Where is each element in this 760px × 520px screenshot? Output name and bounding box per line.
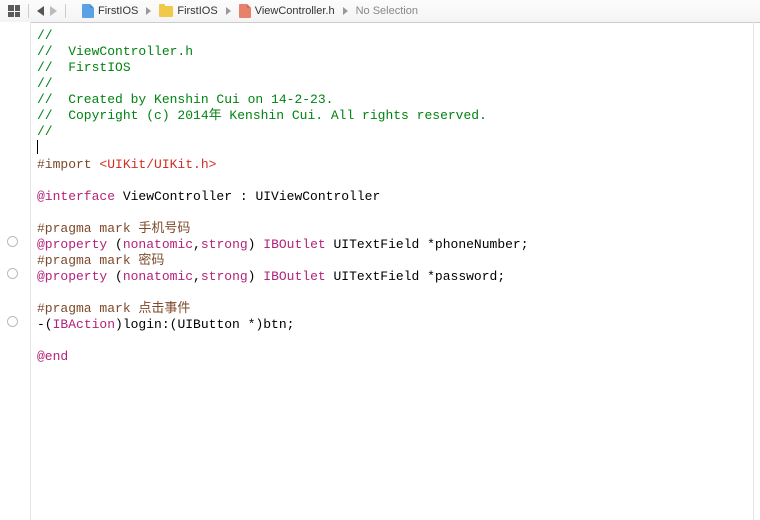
breadcrumb: FirstIOS FirstIOS ViewController.h No Se…	[76, 0, 424, 22]
code-text: (	[107, 237, 123, 252]
breadcrumb-folder[interactable]: FirstIOS	[153, 0, 223, 22]
chevron-right-icon	[343, 7, 348, 15]
breadcrumb-project[interactable]: FirstIOS	[76, 0, 144, 22]
code-keyword: @end	[37, 349, 68, 364]
code-text: )login:(UIButton *)btn;	[115, 317, 294, 332]
code-comment: //	[37, 76, 53, 91]
code-ibaction: IBAction	[53, 317, 115, 332]
code-keyword: @property	[37, 237, 107, 252]
code-pragma-text: 密码	[138, 253, 164, 268]
code-keyword: @interface	[37, 189, 115, 204]
breadcrumb-label: No Selection	[356, 5, 418, 17]
breadcrumb-symbol[interactable]: No Selection	[350, 0, 424, 22]
code-comment: // ViewController.h	[37, 44, 193, 59]
code-text: UITextField *password;	[326, 269, 505, 284]
code-keyword: strong	[201, 237, 248, 252]
code-comment: // Copyright (c) 2014年 Kenshin Cui. All …	[37, 108, 487, 123]
code-keyword: nonatomic	[123, 269, 193, 284]
code-pragma: #pragma mark	[37, 253, 138, 268]
project-icon	[82, 4, 94, 18]
code-comment: //	[37, 28, 53, 43]
outlet-connection-icon[interactable]	[7, 236, 18, 247]
divider	[28, 4, 29, 18]
code-text: UITextField *phoneNumber;	[326, 237, 529, 252]
folder-icon	[159, 6, 173, 17]
nav-group	[0, 4, 76, 18]
code-area[interactable]: // // ViewController.h // FirstIOS // //…	[31, 22, 535, 520]
code-text: ViewController : UIViewController	[115, 189, 380, 204]
code-text: )	[248, 269, 264, 284]
code-pragma-text: 手机号码	[138, 221, 190, 236]
breadcrumb-label: FirstIOS	[177, 5, 217, 17]
code-pragma: #pragma mark	[37, 221, 138, 236]
editor: // // ViewController.h // FirstIOS // //…	[0, 22, 760, 520]
code-text: -(	[37, 317, 53, 332]
breadcrumb-label: ViewController.h	[255, 5, 335, 17]
chevron-right-icon	[226, 7, 231, 15]
back-icon[interactable]	[37, 6, 44, 16]
text-cursor	[37, 140, 38, 154]
right-border	[753, 22, 754, 520]
code-iboutlet: IBOutlet	[263, 237, 325, 252]
code-text: (	[107, 269, 123, 284]
code-pragma-text: 点击事件	[138, 301, 190, 316]
breadcrumb-label: FirstIOS	[98, 5, 138, 17]
action-connection-icon[interactable]	[7, 316, 18, 327]
code-pragma: #pragma mark	[37, 301, 138, 316]
jump-bar: FirstIOS FirstIOS ViewController.h No Se…	[0, 0, 760, 23]
code-iboutlet: IBOutlet	[263, 269, 325, 284]
gutter[interactable]	[0, 22, 31, 520]
code-keyword: strong	[201, 269, 248, 284]
outlet-connection-icon[interactable]	[7, 268, 18, 279]
divider	[65, 4, 66, 18]
code-comment: //	[37, 124, 53, 139]
forward-icon[interactable]	[50, 6, 57, 16]
code-comment: // Created by Kenshin Cui on 14-2-23.	[37, 92, 333, 107]
code-text: ,	[193, 269, 201, 284]
code-text: ,	[193, 237, 201, 252]
code-comment: // FirstIOS	[37, 60, 131, 75]
chevron-right-icon	[146, 7, 151, 15]
breadcrumb-file[interactable]: ViewController.h	[233, 0, 341, 22]
code-keyword: nonatomic	[123, 237, 193, 252]
header-file-icon	[239, 4, 251, 18]
related-items-icon[interactable]	[8, 5, 20, 17]
code-preproc: #import	[37, 157, 99, 172]
code-import-path: <UIKit/UIKit.h>	[99, 157, 216, 172]
code-text: )	[248, 237, 264, 252]
code-keyword: @property	[37, 269, 107, 284]
